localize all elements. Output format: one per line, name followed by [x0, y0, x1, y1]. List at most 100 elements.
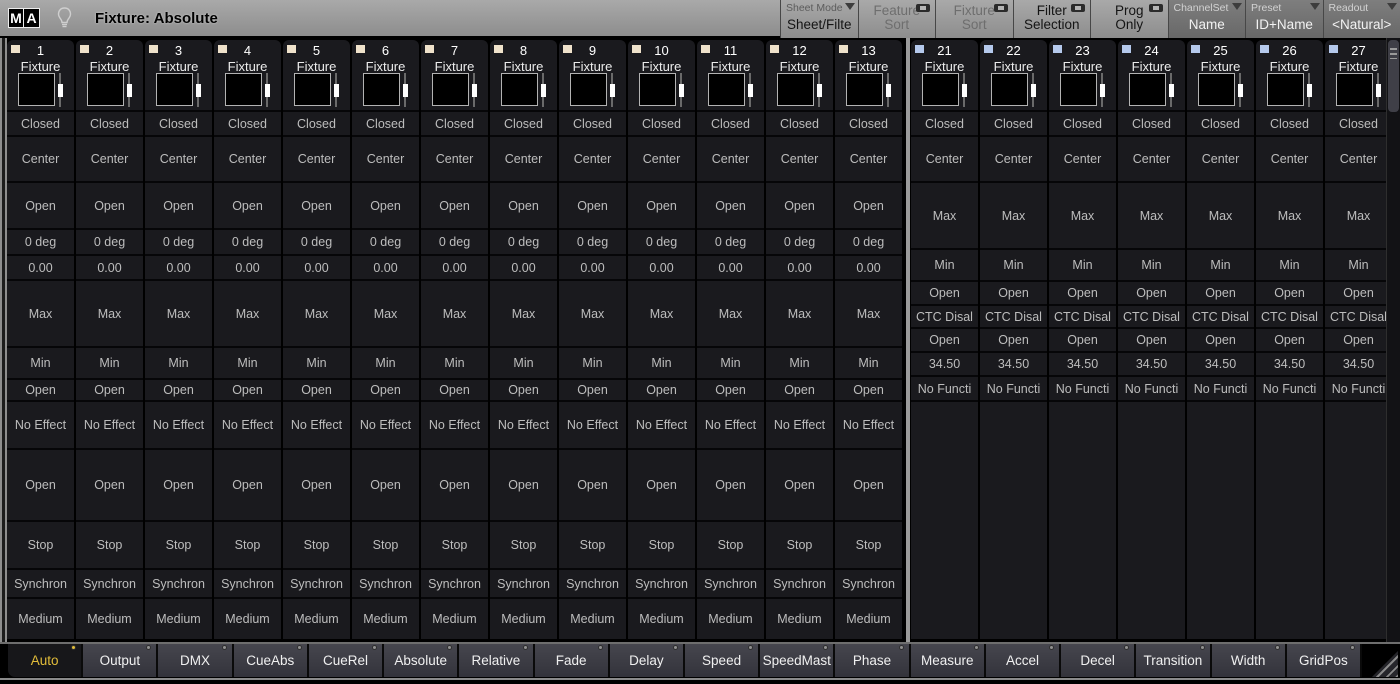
- attribute-cell[interactable]: CTC Disal: [1187, 304, 1254, 327]
- attribute-cell[interactable]: Max: [1118, 181, 1185, 248]
- attribute-cell[interactable]: Open: [628, 181, 695, 228]
- attribute-cell[interactable]: Medium: [283, 597, 350, 639]
- attribute-cell[interactable]: Open: [628, 378, 695, 400]
- attribute-cell[interactable]: Open: [1049, 280, 1116, 304]
- fixture-header[interactable]: 1Fixture: [7, 40, 74, 72]
- readout-button[interactable]: Readout<Natural>: [1323, 0, 1400, 38]
- prog-only-button[interactable]: Prog Only: [1090, 0, 1168, 38]
- attribute-cell[interactable]: Max: [421, 279, 488, 346]
- attribute-cell[interactable]: 0 deg: [559, 228, 626, 254]
- attribute-cell[interactable]: Center: [283, 135, 350, 181]
- attribute-cell[interactable]: Medium: [352, 597, 419, 639]
- tab-speed[interactable]: Speed: [685, 644, 760, 677]
- attribute-cell[interactable]: Open: [490, 448, 557, 520]
- attribute-cell[interactable]: Max: [490, 279, 557, 346]
- attribute-cell[interactable]: No Effect: [559, 400, 626, 448]
- attribute-cell[interactable]: Synchron: [421, 568, 488, 597]
- attribute-cell[interactable]: Max: [1049, 181, 1116, 248]
- attribute-cell[interactable]: 0 deg: [490, 228, 557, 254]
- dimmer-cell[interactable]: [421, 72, 488, 110]
- channelset-button[interactable]: ChannelSetName: [1168, 0, 1246, 38]
- attribute-cell[interactable]: Center: [766, 135, 833, 181]
- attribute-cell[interactable]: Min: [559, 346, 626, 378]
- attribute-cell[interactable]: 0.00: [697, 254, 764, 279]
- attribute-cell[interactable]: Open: [1256, 327, 1323, 351]
- attribute-cell[interactable]: CTC Disal: [911, 304, 978, 327]
- attribute-cell[interactable]: Medium: [628, 597, 695, 639]
- attribute-cell[interactable]: Open: [145, 181, 212, 228]
- attribute-cell[interactable]: Min: [1049, 248, 1116, 280]
- attribute-cell[interactable]: Open: [214, 448, 281, 520]
- dimmer-cell[interactable]: [980, 72, 1047, 110]
- attribute-cell[interactable]: No Effect: [766, 400, 833, 448]
- dimmer-cell[interactable]: [352, 72, 419, 110]
- attribute-cell[interactable]: No Effect: [214, 400, 281, 448]
- attribute-cell[interactable]: Stop: [835, 520, 902, 568]
- attribute-cell[interactable]: Min: [1187, 248, 1254, 280]
- attribute-cell[interactable]: Synchron: [7, 568, 74, 597]
- attribute-cell[interactable]: Open: [283, 378, 350, 400]
- feature-sort-button[interactable]: Feature Sort: [858, 0, 936, 38]
- attribute-cell[interactable]: 0 deg: [628, 228, 695, 254]
- dimmer-cell[interactable]: [1049, 72, 1116, 110]
- attribute-cell[interactable]: 0 deg: [835, 228, 902, 254]
- attribute-cell[interactable]: Open: [145, 448, 212, 520]
- tab-dmx[interactable]: DMX: [158, 644, 233, 677]
- attribute-cell[interactable]: Open: [1325, 327, 1386, 351]
- attribute-cell[interactable]: 0 deg: [214, 228, 281, 254]
- attribute-cell[interactable]: Medium: [76, 597, 143, 639]
- attribute-cell[interactable]: Open: [490, 181, 557, 228]
- attribute-cell[interactable]: CTC Disal: [1256, 304, 1323, 327]
- attribute-cell[interactable]: Synchron: [283, 568, 350, 597]
- attribute-cell[interactable]: Medium: [559, 597, 626, 639]
- attribute-cell[interactable]: Open: [766, 181, 833, 228]
- sheet-mode-button[interactable]: Sheet ModeSheet/Filte: [780, 0, 858, 38]
- attribute-cell[interactable]: 0 deg: [697, 228, 764, 254]
- attribute-cell[interactable]: Open: [7, 181, 74, 228]
- attribute-cell[interactable]: 0 deg: [352, 228, 419, 254]
- fixture-header[interactable]: 26Fixture: [1256, 40, 1323, 72]
- attribute-cell[interactable]: No Effect: [697, 400, 764, 448]
- attribute-cell[interactable]: Center: [1118, 135, 1185, 181]
- attribute-cell[interactable]: Closed: [1256, 110, 1323, 135]
- tab-decel[interactable]: Decel: [1061, 644, 1136, 677]
- tab-speedmast[interactable]: SpeedMast: [760, 644, 835, 677]
- attribute-cell[interactable]: Min: [145, 346, 212, 378]
- attribute-cell[interactable]: Max: [7, 279, 74, 346]
- vertical-scrollbar[interactable]: [1386, 38, 1400, 642]
- preset-button[interactable]: PresetID+Name: [1245, 0, 1323, 38]
- dimmer-cell[interactable]: [1118, 72, 1185, 110]
- attribute-cell[interactable]: 0 deg: [766, 228, 833, 254]
- attribute-cell[interactable]: Stop: [628, 520, 695, 568]
- attribute-cell[interactable]: 0.00: [628, 254, 695, 279]
- attribute-cell[interactable]: Center: [1325, 135, 1386, 181]
- attribute-cell[interactable]: Stop: [697, 520, 764, 568]
- attribute-cell[interactable]: Center: [911, 135, 978, 181]
- attribute-cell[interactable]: 34.50: [911, 351, 978, 375]
- dimmer-cell[interactable]: [628, 72, 695, 110]
- attribute-cell[interactable]: Closed: [1118, 110, 1185, 135]
- attribute-cell[interactable]: Min: [214, 346, 281, 378]
- attribute-cell[interactable]: 0.00: [421, 254, 488, 279]
- attribute-cell[interactable]: 0.00: [835, 254, 902, 279]
- attribute-cell[interactable]: Min: [1118, 248, 1185, 280]
- attribute-cell[interactable]: Max: [835, 279, 902, 346]
- fixture-header[interactable]: 21Fixture: [911, 40, 978, 72]
- attribute-cell[interactable]: Min: [76, 346, 143, 378]
- fixture-header[interactable]: 10Fixture: [628, 40, 695, 72]
- attribute-cell[interactable]: Center: [1256, 135, 1323, 181]
- tab-measure[interactable]: Measure: [911, 644, 986, 677]
- dimmer-cell[interactable]: [283, 72, 350, 110]
- attribute-cell[interactable]: Open: [283, 448, 350, 520]
- attribute-cell[interactable]: 34.50: [1325, 351, 1386, 375]
- attribute-cell[interactable]: 34.50: [1187, 351, 1254, 375]
- fixture-header[interactable]: 11Fixture: [697, 40, 764, 72]
- filter-selection-button[interactable]: Filter Selection: [1013, 0, 1091, 38]
- attribute-cell[interactable]: Open: [76, 181, 143, 228]
- attribute-cell[interactable]: Open: [145, 378, 212, 400]
- attribute-cell[interactable]: No Effect: [352, 400, 419, 448]
- attribute-cell[interactable]: Open: [421, 448, 488, 520]
- attribute-cell[interactable]: Center: [1187, 135, 1254, 181]
- fixture-header[interactable]: 3Fixture: [145, 40, 212, 72]
- attribute-cell[interactable]: Min: [980, 248, 1047, 280]
